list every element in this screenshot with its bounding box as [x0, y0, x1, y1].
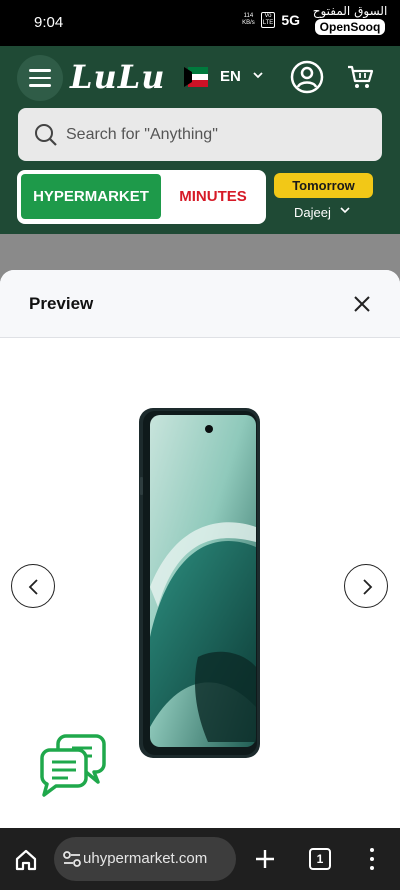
- volte-icon: Vo LTE: [260, 12, 276, 28]
- tab-minutes[interactable]: MINUTES: [163, 174, 263, 219]
- net-speed-value: 114: [243, 13, 254, 19]
- chevron-down-icon[interactable]: [252, 69, 264, 83]
- lulu-logo[interactable]: LuLu: [70, 58, 166, 96]
- modal-title: Preview: [29, 294, 94, 313]
- tab-switcher-button[interactable]: 1: [309, 848, 331, 870]
- search-bar[interactable]: [18, 108, 382, 161]
- hamburger-menu-button[interactable]: [17, 55, 63, 101]
- volte-top: Vo: [264, 13, 272, 19]
- chevron-left-icon: [28, 579, 38, 595]
- next-image-button[interactable]: [344, 564, 388, 608]
- location-selector[interactable]: Dajeej: [294, 205, 331, 220]
- chat-support-icon[interactable]: [38, 728, 108, 798]
- site-settings-icon[interactable]: [62, 850, 82, 868]
- kuwait-flag-icon[interactable]: [184, 67, 208, 88]
- modal-header: Preview: [0, 270, 400, 338]
- status-time: 9:04: [34, 14, 64, 31]
- status-icons: 114 KB/s Vo LTE 5G: [242, 12, 300, 28]
- url-text: luluhypermarket.com: [84, 850, 208, 867]
- chevron-down-icon[interactable]: [340, 206, 350, 217]
- watermark-arabic: السوق المفتوح: [312, 4, 388, 18]
- url-clip: luluhypermarket.com: [84, 837, 230, 881]
- delivery-slot-badge[interactable]: Tomorrow: [274, 173, 373, 198]
- store-mode-toggle: HYPERMARKET MINUTES: [17, 170, 266, 224]
- chevron-right-icon: [363, 579, 373, 595]
- preview-modal: Preview: [0, 270, 400, 828]
- net-speed-indicator: 114 KB/s: [242, 13, 255, 27]
- more-options-icon[interactable]: [368, 848, 376, 870]
- search-input[interactable]: [66, 108, 366, 161]
- previous-image-button[interactable]: [11, 564, 55, 608]
- tab-hypermarket[interactable]: HYPERMARKET: [21, 174, 161, 219]
- volte-bottom: LTE: [262, 20, 274, 26]
- account-icon[interactable]: [290, 60, 324, 94]
- address-bar[interactable]: luluhypermarket.com: [54, 837, 236, 881]
- menu-icon-line: [29, 76, 51, 80]
- cart-icon[interactable]: [346, 63, 374, 91]
- more-dot: [370, 848, 374, 852]
- language-selector[interactable]: EN: [220, 68, 241, 85]
- watermark-english: OpenSooq: [314, 19, 386, 35]
- more-dot: [370, 866, 374, 870]
- menu-icon-line: [29, 84, 51, 87]
- home-icon[interactable]: [14, 849, 38, 871]
- search-icon: [35, 124, 57, 146]
- more-dot: [370, 857, 374, 861]
- browser-toolbar: luluhypermarket.com 1: [0, 828, 400, 890]
- net-speed-unit: KB/s: [242, 20, 255, 26]
- network-type: 5G: [281, 12, 300, 28]
- close-icon[interactable]: [350, 292, 374, 316]
- product-image-smartphone: [139, 408, 260, 758]
- opensooq-watermark: السوق المفتوح OpenSooq: [304, 4, 396, 36]
- menu-icon-line: [29, 69, 51, 72]
- status-bar: 9:04 114 KB/s Vo LTE 5G السوق المفتوح Op…: [0, 0, 400, 46]
- new-tab-icon[interactable]: [254, 848, 276, 870]
- site-header: LuLu EN HYPERMARKET MINUTES Tomorrow: [0, 46, 400, 234]
